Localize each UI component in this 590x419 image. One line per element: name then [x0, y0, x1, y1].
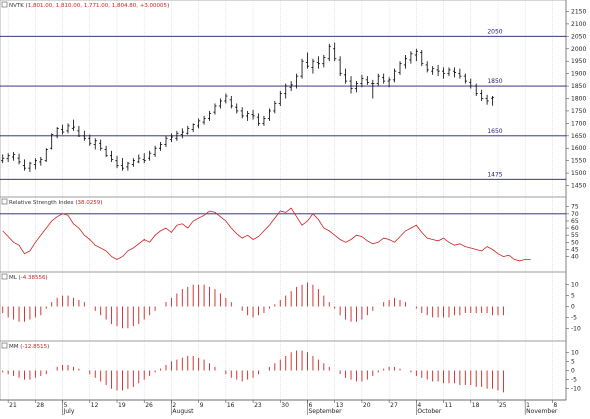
- pane-title-name: NVTK (: [9, 3, 28, 9]
- window-square-icon: [2, 2, 7, 7]
- x-tick-label: 9: [200, 402, 204, 409]
- y-tick-label: -10: [571, 325, 581, 332]
- y-tick-label: 1650: [571, 133, 586, 140]
- pane-title-value: 1,801.00, 1,810.00, 1,771.00, 1,804.80, …: [28, 3, 168, 9]
- y-tick-label: 5: [571, 293, 575, 300]
- y-tick-label: -10: [571, 386, 581, 393]
- pane-title-label: ML (-4.38556): [9, 275, 48, 281]
- x-tick-label: 11: [445, 402, 453, 409]
- y-tick-label: -5: [571, 377, 577, 384]
- y-tick-label: 10: [571, 282, 579, 289]
- x-tick-label: 28: [36, 402, 44, 409]
- y-tick-label: 1800: [571, 96, 586, 103]
- pane-title-name: MM (: [9, 344, 22, 350]
- y-tick-label: 1850: [571, 83, 586, 90]
- level-label: 1475: [487, 171, 502, 178]
- pane-title-label: MM (-12.8515): [9, 344, 49, 350]
- pane-title-paren: ): [100, 200, 102, 206]
- y-tick-label: 0: [571, 304, 575, 311]
- y-tick-label: 2100: [571, 21, 586, 28]
- pane-title-name: ML (: [9, 275, 21, 281]
- y-tick-label: 5: [571, 358, 575, 365]
- y-tick-label: 1950: [571, 58, 586, 65]
- window-square-icon: [2, 274, 7, 279]
- month-label: July: [63, 408, 75, 415]
- pane-title-paren: ): [45, 275, 47, 281]
- x-tick-label: 23: [254, 402, 262, 409]
- month-label: August: [172, 408, 194, 415]
- x-tick-label: 25: [499, 402, 507, 409]
- y-tick-label: 65: [571, 218, 579, 225]
- x-tick-label: 21: [9, 402, 17, 409]
- window-square-icon: [2, 199, 7, 204]
- y-tick-label: 2050: [571, 33, 586, 40]
- pane-title-value: 38.0259: [78, 200, 101, 206]
- pane-title: ML (-4.38556): [2, 274, 48, 281]
- pane-title-value: -4.38556: [21, 275, 46, 281]
- y-tick-label: 1450: [571, 183, 586, 190]
- month-label: October: [417, 408, 442, 415]
- x-tick-label: 16: [227, 402, 235, 409]
- x-tick-label: 19: [118, 402, 126, 409]
- pane-title-paren: ): [167, 3, 169, 9]
- y-tick-label: 1900: [571, 71, 586, 78]
- y-tick-label: 2150: [571, 8, 586, 15]
- y-tick-label: 75: [571, 204, 579, 211]
- y-tick-label: 1550: [571, 158, 586, 165]
- x-tick-label: 26: [145, 402, 153, 409]
- y-tick-label: 55: [571, 232, 579, 239]
- y-tick-label: 1500: [571, 170, 586, 177]
- x-tick-label: 27: [390, 402, 398, 409]
- window-square-icon: [2, 343, 7, 348]
- pane-title-name: Relative Strength Index (: [9, 200, 78, 206]
- y-tick-label: 10: [571, 349, 579, 356]
- pane-title-paren: ): [47, 344, 49, 350]
- level-label: 2050: [487, 28, 502, 35]
- pane-title-label: NVTK (1,801.00, 1,810.00, 1,771.00, 1,80…: [9, 3, 169, 9]
- x-tick-label: 18: [472, 402, 480, 409]
- y-tick-label: 50: [571, 239, 579, 246]
- y-tick-label: 2000: [571, 46, 586, 53]
- month-label: September: [308, 408, 342, 415]
- y-tick-label: 60: [571, 225, 579, 232]
- x-tick-label: 12: [91, 402, 99, 409]
- pane-title-label: Relative Strength Index (38.0259): [9, 200, 102, 206]
- pane-title: Relative Strength Index (38.0259): [2, 199, 102, 206]
- y-tick-label: 1700: [571, 120, 586, 127]
- y-tick-label: 45: [571, 246, 579, 253]
- y-tick-label: 1750: [571, 108, 586, 115]
- pane-title: NVTK (1,801.00, 1,810.00, 1,771.00, 1,80…: [2, 2, 169, 9]
- y-tick-label: 70: [571, 211, 579, 218]
- stock-chart: NVTK (1,801.00, 1,810.00, 1,771.00, 1,80…: [0, 0, 590, 415]
- y-tick-label: 0: [571, 368, 575, 375]
- month-label: November: [526, 408, 558, 415]
- y-tick-label: 1600: [571, 145, 586, 152]
- level-label: 1850: [487, 78, 502, 85]
- y-tick-label: 40: [571, 254, 579, 261]
- x-tick-label: 20: [363, 402, 371, 409]
- y-tick-label: -5: [571, 314, 577, 321]
- pane-title: MM (-12.8515): [2, 343, 49, 350]
- x-tick-label: 30: [281, 402, 289, 409]
- pane-title-value: -12.8515: [22, 344, 47, 350]
- level-label: 1650: [487, 128, 502, 135]
